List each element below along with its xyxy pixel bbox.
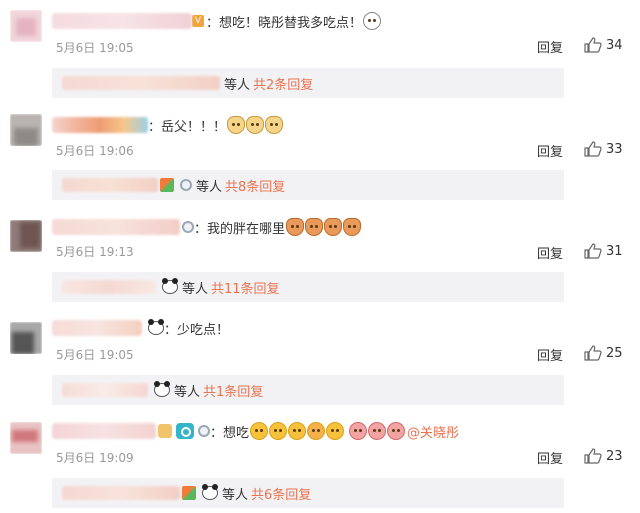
emoji-icon	[246, 116, 265, 134]
sub-reply-prefix: 等人	[222, 487, 249, 503]
emoji-icon	[265, 116, 284, 134]
emoji-icon	[286, 218, 305, 236]
sub-reply-more-link[interactable]: 共1条回复	[203, 381, 263, 400]
avatar[interactable]	[10, 322, 42, 354]
username[interactable]	[52, 423, 156, 439]
thumbs-up-icon	[584, 141, 602, 157]
panda-icon	[202, 484, 218, 500]
comment-time: 5月6日 19:06	[56, 144, 134, 158]
username[interactable]	[52, 13, 192, 29]
thumbs-up-icon	[584, 243, 602, 259]
emoji-icon	[363, 12, 382, 30]
like-button[interactable]: 25	[584, 345, 623, 361]
avatar[interactable]	[10, 422, 42, 454]
flag-icon	[158, 424, 172, 438]
like-button[interactable]: 33	[584, 141, 623, 157]
emoji-icon	[368, 422, 387, 440]
reply-button[interactable]: 回复	[537, 141, 563, 160]
reply-button[interactable]: 回复	[537, 345, 563, 364]
panda-icon	[154, 381, 170, 397]
emoji-icon	[324, 218, 343, 236]
avatar[interactable]	[10, 220, 42, 252]
like-count: 25	[606, 345, 623, 361]
emoji-icon	[305, 218, 324, 236]
comment-time: 5月6日 19:05	[56, 348, 134, 362]
thumbs-up-icon	[584, 345, 602, 361]
emoji-icon	[387, 422, 406, 440]
camera-icon	[176, 423, 194, 439]
sub-reply-more-link[interactable]: 共11条回复	[211, 278, 280, 297]
reply-username	[62, 486, 180, 500]
like-count: 33	[606, 141, 623, 157]
reply-button[interactable]: 回复	[537, 243, 563, 262]
emoji-icon	[326, 422, 345, 440]
comment-time: 5月6日 19:09	[56, 451, 134, 465]
like-count: 31	[606, 243, 623, 259]
comment-text: ：少吃点！	[164, 322, 230, 338]
thumbs-up-icon	[584, 448, 602, 464]
sub-reply-more-link[interactable]: 共6条回复	[251, 484, 311, 503]
sub-reply-prefix: 等人	[174, 384, 201, 400]
username[interactable]	[52, 320, 142, 336]
username[interactable]	[52, 117, 148, 133]
flag-icon	[182, 486, 196, 500]
emoji-icon	[288, 422, 307, 440]
like-button[interactable]: 23	[584, 448, 623, 464]
comment-time: 5月6日 19:05	[56, 41, 134, 55]
sub-replies-bar[interactable]: 等人 共1条回复	[52, 375, 564, 405]
sub-reply-more-link[interactable]: 共2条回复	[253, 74, 313, 93]
sub-reply-prefix: 等人	[224, 77, 251, 93]
comment-text: ：想吃	[210, 425, 250, 441]
sub-reply-more-link[interactable]: 共8条回复	[225, 176, 285, 195]
comment-text: ：岳父！！！	[148, 119, 227, 135]
like-count: 34	[606, 37, 623, 53]
emoji-icon	[250, 422, 269, 440]
panda-icon	[162, 278, 178, 294]
reply-username	[62, 383, 148, 397]
sub-replies-bar[interactable]: 等人 共11条回复	[52, 272, 564, 302]
sub-replies-bar[interactable]: 等人 共8条回复	[52, 170, 564, 200]
ring-badge-icon	[182, 221, 194, 233]
username[interactable]	[52, 219, 180, 235]
ring-badge-icon	[198, 425, 210, 437]
emoji-icon	[269, 422, 288, 440]
comment-time: 5月6日 19:13	[56, 245, 134, 259]
like-button[interactable]: 34	[584, 37, 623, 53]
emoji-icon	[343, 218, 362, 236]
reply-username	[62, 280, 156, 294]
emoji-icon	[349, 422, 368, 440]
reply-username	[62, 178, 158, 192]
avatar[interactable]	[10, 10, 42, 42]
sub-reply-prefix: 等人	[182, 281, 209, 297]
mention-link[interactable]: @关晓彤	[407, 422, 459, 441]
comment-text: ：我的胖在哪里	[194, 221, 286, 237]
emoji-icon	[227, 116, 246, 134]
flag-icon	[160, 178, 174, 192]
like-count: 23	[606, 448, 623, 464]
reply-button[interactable]: 回复	[537, 448, 563, 467]
avatar[interactable]	[10, 114, 42, 146]
vip-badge-icon: V	[192, 15, 204, 27]
emoji-icon	[307, 422, 326, 440]
panda-icon	[148, 319, 164, 335]
comment-text: ：想吃！晓彤替我多吃点！	[206, 15, 363, 31]
reply-username	[62, 76, 220, 90]
reply-button[interactable]: 回复	[537, 37, 563, 56]
thumbs-up-icon	[584, 37, 602, 53]
sub-replies-bar[interactable]: 等人 共6条回复	[52, 478, 564, 508]
sub-reply-prefix: 等人	[196, 179, 223, 195]
sub-replies-bar[interactable]: 等人 共2条回复	[52, 68, 564, 98]
like-button[interactable]: 31	[584, 243, 623, 259]
ring-badge-icon	[180, 179, 192, 191]
